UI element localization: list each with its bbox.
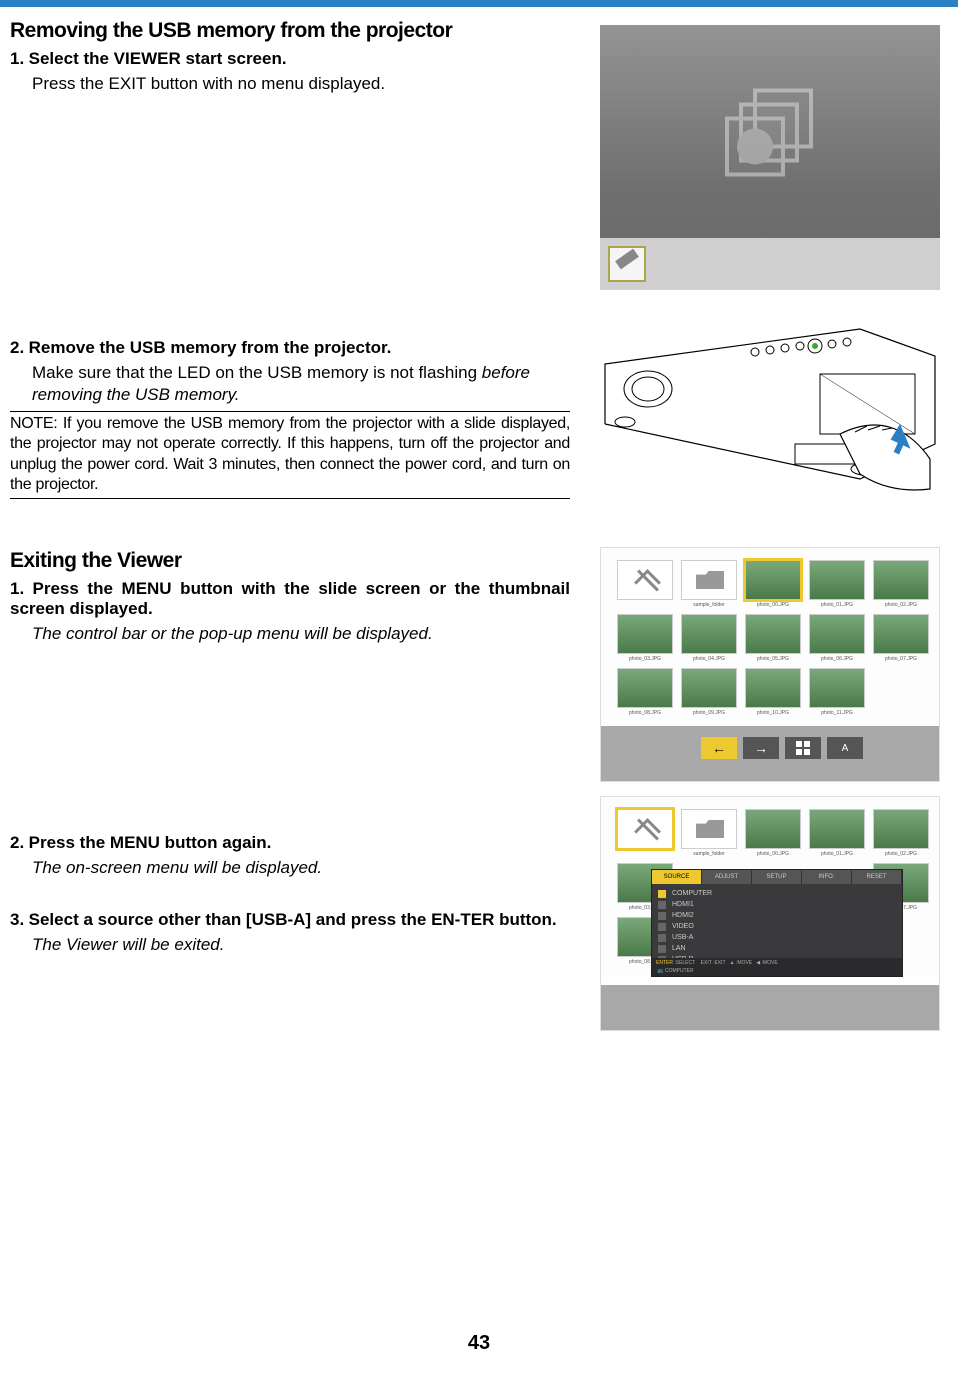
figure-source-menu: sample_folder photo_00.JPG photo_01.JPG … (600, 796, 940, 1031)
thumb-label: photo_11.JPG (809, 710, 865, 716)
section1-step1: 1. Select the VIEWER start screen. Press… (10, 49, 570, 94)
thumbnail (809, 668, 865, 708)
step-title: Remove the USB memory from the projector… (29, 338, 392, 357)
step-body-line1: Make sure that the LED on the USB memory… (32, 363, 477, 382)
figure-thumbnail-screen: sample_folder photo_00.JPG photo_01.JPG … (600, 547, 940, 782)
thumb-label: photo_09.JPG (681, 710, 737, 716)
thumbnail-selected (745, 560, 801, 600)
thumb-label: sample_folder (681, 602, 737, 608)
usb-thumbnail-icon (608, 246, 646, 282)
section2-heading: Exiting the Viewer (10, 549, 570, 573)
menu-tab-setup: SETUP (752, 870, 802, 884)
menu-footer: ENTER :SELECT EXIT :EXIT ▲ :MOVE ◀ :MOVE… (652, 958, 902, 976)
right-column: sample_folder photo_00.JPG photo_01.JPG … (600, 19, 940, 1045)
menu-item-hdmi2: HDMI2 (672, 912, 694, 919)
footer-select: :SELECT (674, 960, 695, 966)
thumbnail (681, 668, 737, 708)
section1-step2: 2. Remove the USB memory from the projec… (10, 338, 570, 405)
footer-enter: ENTER (656, 960, 673, 966)
menu-item-lan: LAN (672, 945, 686, 952)
thumbnail (809, 614, 865, 654)
thumb-label: photo_00.JPG (745, 851, 801, 857)
menu-item-hdmi1: HDMI1 (672, 901, 694, 908)
footer-move2: :MOVE (762, 960, 778, 966)
source-menu-overlay: SOURCE ADJUST SETUP INFO. RESET COMPUTER… (651, 869, 903, 977)
header-bar (0, 0, 958, 7)
footer-src: COMPUTER (665, 968, 694, 974)
control-bar: ← → A (701, 737, 863, 759)
figure-usb-removal-drawing (600, 304, 940, 499)
menu-item-usba: USB-A (672, 934, 693, 941)
menu-tab-adjust: ADJUST (702, 870, 752, 884)
thumb-label: photo_07.JPG (873, 656, 929, 662)
thumbnail (873, 809, 929, 849)
thumb-label: sample_folder (681, 851, 737, 857)
step-title: Press the MENU button again. (29, 833, 272, 852)
step-body: Make sure that the LED on the USB memory… (32, 362, 570, 405)
step-body: The on-screen menu will be displayed. (32, 857, 570, 878)
step-title: Press the MENU button with the slide scr… (10, 579, 570, 618)
thumbnail (873, 560, 929, 600)
thumb-label: photo_05.JPG (745, 656, 801, 662)
menu-tab-source: SOURCE (652, 870, 702, 884)
step-title: Select a source other than [USB-A] and p… (29, 910, 557, 929)
page-number: 43 (0, 1332, 958, 1355)
folder-icon (681, 809, 737, 849)
thumb-label: photo_06.JPG (809, 656, 865, 662)
placeholder-stack-icon (715, 89, 825, 184)
footer-exit: EXIT (701, 960, 712, 966)
thumb-label: photo_03.JPG (617, 656, 673, 662)
section1-heading: Removing the USB memory from the project… (10, 19, 570, 43)
thumb-label: photo_01.JPG (809, 602, 865, 608)
thumbnail (809, 560, 865, 600)
footer-move1: :MOVE (736, 960, 752, 966)
thumbnail (617, 668, 673, 708)
step-body: The Viewer will be exited. (32, 934, 570, 955)
step-number: 1. (10, 49, 24, 68)
thumb-label: photo_10.JPG (745, 710, 801, 716)
section2-step3: 3. Select a source other than [USB-A] an… (10, 910, 570, 955)
thumb-label: photo_00.JPG (745, 602, 801, 608)
thumb-label: photo_02.JPG (873, 602, 929, 608)
thumb-label: photo_01.JPG (809, 851, 865, 857)
left-column: Removing the USB memory from the project… (10, 19, 570, 959)
up-folder-icon (617, 809, 673, 849)
step-number: 2. (10, 833, 24, 852)
forward-button: → (743, 737, 779, 759)
step-number: 1. (10, 579, 24, 598)
thumbnail (745, 668, 801, 708)
step-title: Select the VIEWER start screen. (29, 49, 287, 68)
step-body: The control bar or the pop-up menu will … (32, 623, 570, 644)
up-folder-icon (617, 560, 673, 600)
step-number: 3. (10, 910, 24, 929)
menu-item-computer: COMPUTER (672, 890, 712, 897)
menu-tab-info: INFO. (802, 870, 852, 884)
note-block: NOTE: If you remove the USB memory from … (10, 411, 570, 499)
thumb-label: photo_04.JPG (681, 656, 737, 662)
section2-step1: 1. Press the MENU button with the slide … (10, 579, 570, 644)
thumbnail (873, 614, 929, 654)
thumbnail (809, 809, 865, 849)
sort-button: A (827, 737, 863, 759)
back-button: ← (701, 737, 737, 759)
folder-icon (681, 560, 737, 600)
section2-step2: 2. Press the MENU button again. The on-s… (10, 833, 570, 878)
thumb-label: photo_08.JPG (617, 710, 673, 716)
thumbnail (681, 614, 737, 654)
thumbnail (617, 614, 673, 654)
step-body: Press the EXIT button with no menu displ… (32, 73, 570, 94)
thumbnail (745, 809, 801, 849)
figure-viewer-start-screen (600, 25, 940, 290)
menu-tab-reset: RESET (852, 870, 902, 884)
grid-button (785, 737, 821, 759)
menu-item-video: VIDEO (672, 923, 694, 930)
thumbnail (745, 614, 801, 654)
step-number: 2. (10, 338, 24, 357)
thumb-label: photo_02.JPG (873, 851, 929, 857)
footer-exit-label: :EXIT (713, 960, 725, 966)
